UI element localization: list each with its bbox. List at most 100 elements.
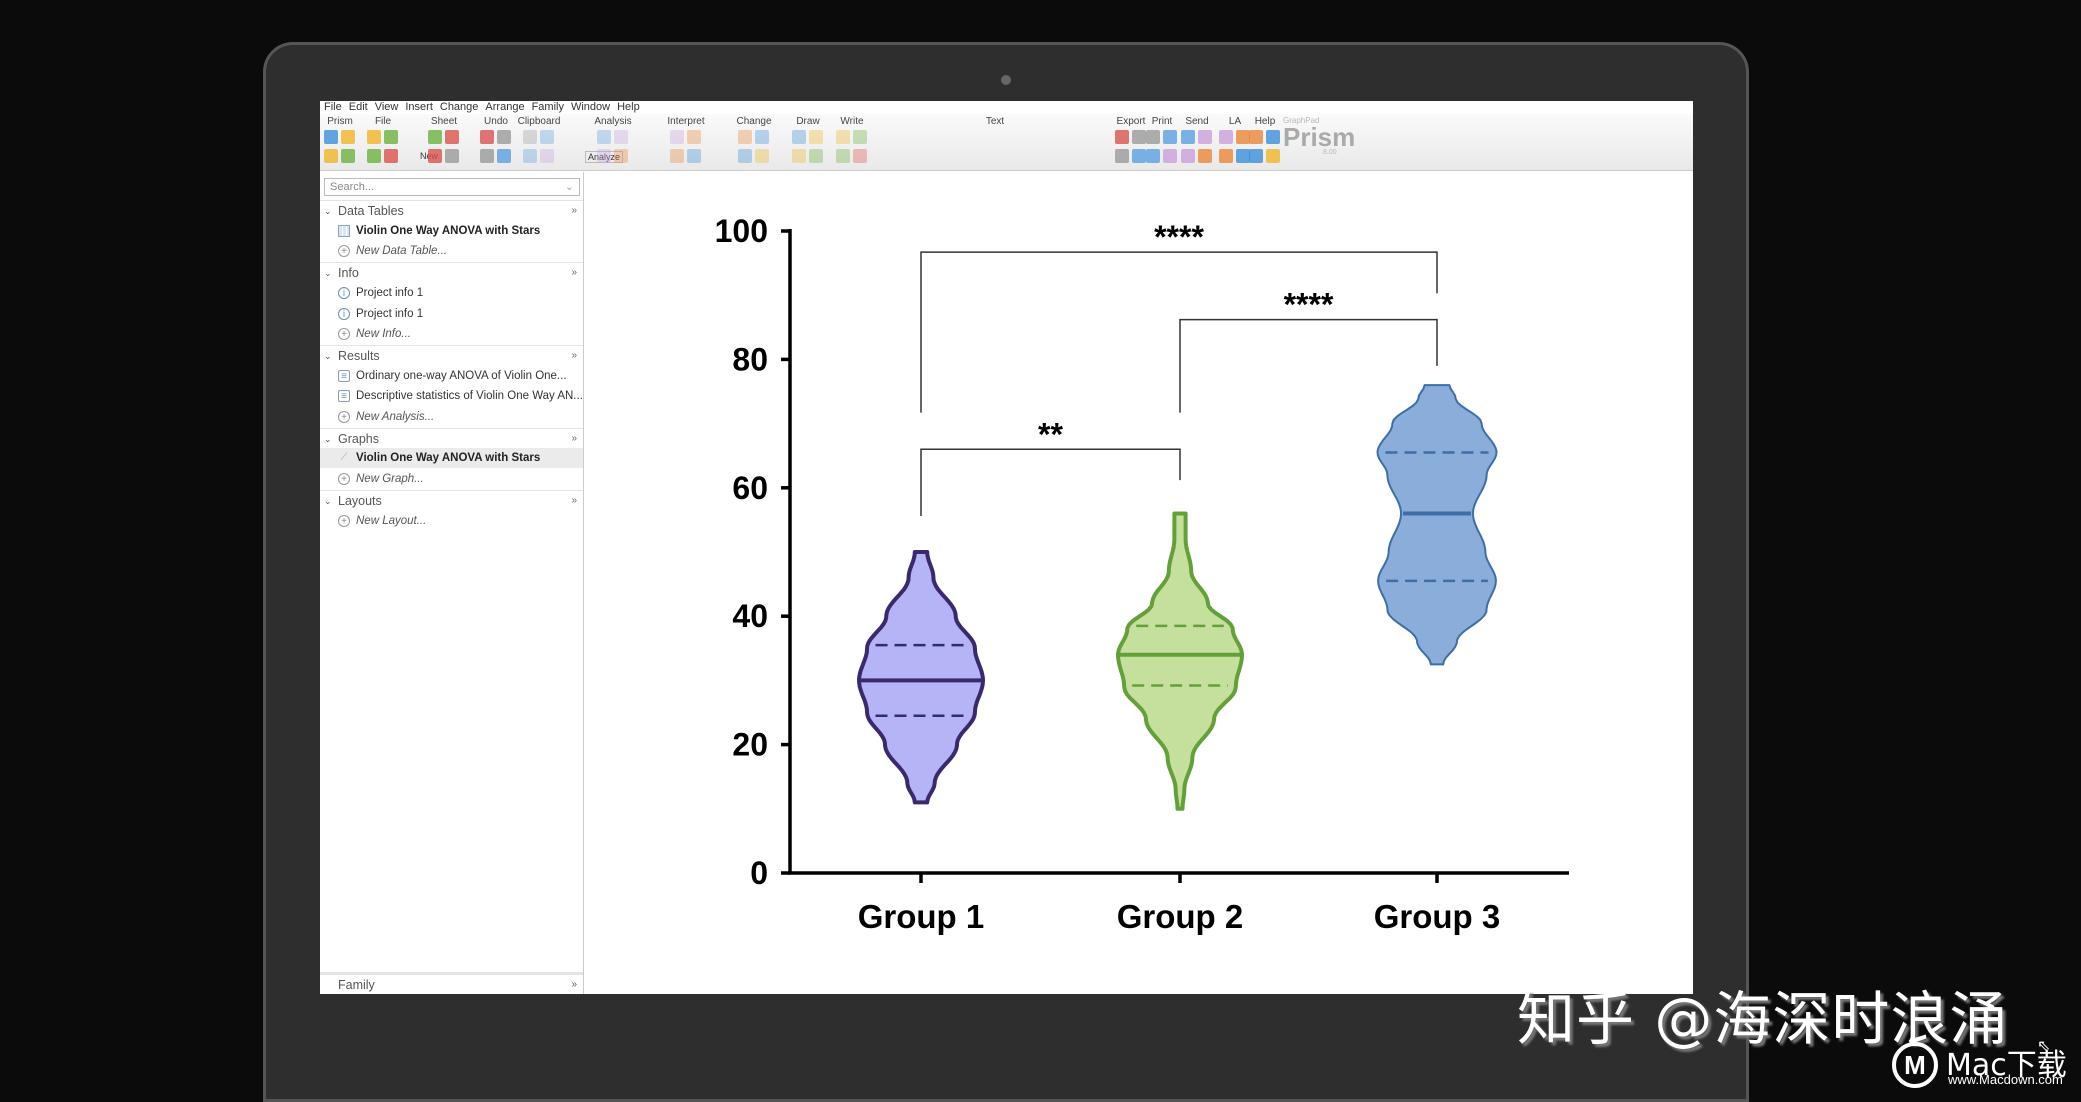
menu-change[interactable]: Change xyxy=(440,101,479,114)
sidebar-item[interactable]: i Project info 1 xyxy=(320,283,583,303)
section-graphs[interactable]: ⌄ Graphs » xyxy=(320,427,583,449)
toolbar-button-icon[interactable] xyxy=(497,130,511,144)
toolbar-button-icon[interactable] xyxy=(1181,149,1195,163)
expand-icon[interactable]: » xyxy=(571,346,577,366)
ribbon-group-sheet: Sheet xyxy=(430,116,458,127)
toolbar-button-icon[interactable] xyxy=(324,130,338,144)
sidebar-item[interactable]: + New Graph... xyxy=(320,469,583,489)
toolbar-button-icon[interactable] xyxy=(1219,149,1233,163)
toolbar-button-icon[interactable] xyxy=(853,149,867,163)
search-input[interactable]: Search... ⌄ xyxy=(324,178,580,196)
toolbar-button-icon[interactable] xyxy=(1181,130,1195,144)
toolbar-button-icon[interactable] xyxy=(1266,130,1280,144)
toolbar-button-icon[interactable] xyxy=(1115,149,1129,163)
toolbar-button-icon[interactable] xyxy=(1219,130,1233,144)
toolbar-button-icon[interactable] xyxy=(1163,149,1177,163)
toolbar-button-icon[interactable] xyxy=(1249,130,1263,144)
toolbar-button-icon[interactable] xyxy=(597,130,611,144)
menu-family[interactable]: Family xyxy=(532,101,564,114)
toolbar-button-icon[interactable] xyxy=(1132,149,1146,163)
toolbar-button-icon[interactable] xyxy=(836,149,850,163)
toolbar-button-icon[interactable] xyxy=(480,130,494,144)
toolbar-button-icon[interactable] xyxy=(1163,130,1177,144)
sidebar-item[interactable]: + New Analysis... xyxy=(320,407,583,427)
toolbar-button-icon[interactable] xyxy=(687,130,701,144)
toolbar-button-icon[interactable] xyxy=(670,130,684,144)
sidebar-item[interactable]: + New Layout... xyxy=(320,511,583,531)
section-layouts[interactable]: ⌄ Layouts » xyxy=(320,489,583,511)
toolbar-button-icon[interactable] xyxy=(384,149,398,163)
chevron-down-icon[interactable]: ⌄ xyxy=(324,429,332,449)
toolbar-button-icon[interactable] xyxy=(809,149,823,163)
section-info[interactable]: ⌄ Info » xyxy=(320,262,583,282)
toolbar-button-icon[interactable] xyxy=(384,130,398,144)
expand-icon[interactable]: » xyxy=(571,263,577,283)
sidebar-item[interactable]: i Project info 1 xyxy=(320,304,583,324)
menu-file[interactable]: File xyxy=(324,101,342,114)
menu-help[interactable]: Help xyxy=(617,101,640,114)
toolbar-button-icon[interactable] xyxy=(480,149,494,163)
toolbar-button-icon[interactable] xyxy=(540,130,554,144)
expand-icon[interactable]: » xyxy=(571,975,577,994)
sidebar-item[interactable]: ≡ Descriptive statistics of Violin One Wa… xyxy=(320,386,583,406)
toolbar-button-icon[interactable] xyxy=(1146,130,1160,144)
menu-arrange[interactable]: Arrange xyxy=(485,101,524,114)
toolbar-button-icon[interactable] xyxy=(1236,130,1250,144)
menu-insert[interactable]: Insert xyxy=(405,101,433,114)
toolbar-button-icon[interactable] xyxy=(597,149,611,163)
toolbar-button-icon[interactable] xyxy=(614,130,628,144)
toolbar-button-icon[interactable] xyxy=(341,130,355,144)
toolbar-button-icon[interactable] xyxy=(523,130,537,144)
toolbar-button-icon[interactable] xyxy=(367,130,381,144)
toolbar-button-icon[interactable] xyxy=(341,149,355,163)
toolbar-button-icon[interactable] xyxy=(755,149,769,163)
toolbar-button-icon[interactable] xyxy=(687,149,701,163)
menu-edit[interactable]: Edit xyxy=(349,101,368,114)
chevron-down-icon[interactable]: ⌄ xyxy=(565,180,574,193)
toolbar-button-icon[interactable] xyxy=(324,149,338,163)
section-data-tables[interactable]: ⌄ Data Tables » xyxy=(320,200,583,220)
chevron-down-icon[interactable]: ⌄ xyxy=(324,346,332,366)
toolbar-button-icon[interactable] xyxy=(1236,149,1250,163)
toolbar-button-icon[interactable] xyxy=(853,130,867,144)
toolbar-button-icon[interactable] xyxy=(428,130,442,144)
toolbar-button-icon[interactable] xyxy=(367,149,381,163)
sidebar-item[interactable]: ≡ Ordinary one-way ANOVA of Violin One... xyxy=(320,366,583,386)
toolbar-button-icon[interactable] xyxy=(792,149,806,163)
toolbar-button-icon[interactable] xyxy=(792,130,806,144)
toolbar-button-icon[interactable] xyxy=(670,149,684,163)
toolbar-button-icon[interactable] xyxy=(445,130,459,144)
chevron-down-icon[interactable]: ⌄ xyxy=(324,263,332,283)
section-results[interactable]: ⌄ Results » xyxy=(320,344,583,366)
toolbar-button-icon[interactable] xyxy=(428,149,442,163)
toolbar-button-icon[interactable] xyxy=(1198,130,1212,144)
toolbar-button-icon[interactable] xyxy=(1198,149,1212,163)
toolbar-button-icon[interactable] xyxy=(1132,130,1146,144)
sidebar-item[interactable]: + New Info... xyxy=(320,324,583,344)
toolbar-button-icon[interactable] xyxy=(809,130,823,144)
toolbar-button-icon[interactable] xyxy=(1146,149,1160,163)
chevron-down-icon[interactable]: ⌄ xyxy=(324,201,332,221)
sidebar-item[interactable]: + New Data Table... xyxy=(320,241,583,261)
sidebar-item[interactable]: Violin One Way ANOVA with Stars xyxy=(320,221,583,241)
expand-icon[interactable]: » xyxy=(571,201,577,221)
expand-icon[interactable]: » xyxy=(571,429,577,449)
menu-view[interactable]: View xyxy=(375,101,399,114)
toolbar-button-icon[interactable] xyxy=(523,149,537,163)
expand-icon[interactable]: » xyxy=(571,491,577,511)
toolbar-button-icon[interactable] xyxy=(1249,149,1263,163)
family-section[interactable]: Family » xyxy=(320,972,583,994)
sidebar-item[interactable]: ⟋ Violin One Way ANOVA with Stars xyxy=(320,448,583,469)
toolbar-button-icon[interactable] xyxy=(497,149,511,163)
toolbar-button-icon[interactable] xyxy=(445,149,459,163)
toolbar-button-icon[interactable] xyxy=(1266,149,1280,163)
menu-window[interactable]: Window xyxy=(571,101,610,114)
toolbar-button-icon[interactable] xyxy=(738,130,752,144)
toolbar-button-icon[interactable] xyxy=(1115,130,1129,144)
toolbar-button-icon[interactable] xyxy=(614,149,628,163)
toolbar-button-icon[interactable] xyxy=(836,130,850,144)
toolbar-button-icon[interactable] xyxy=(540,149,554,163)
chevron-down-icon[interactable]: ⌄ xyxy=(324,491,332,511)
toolbar-button-icon[interactable] xyxy=(738,149,752,163)
toolbar-button-icon[interactable] xyxy=(755,130,769,144)
